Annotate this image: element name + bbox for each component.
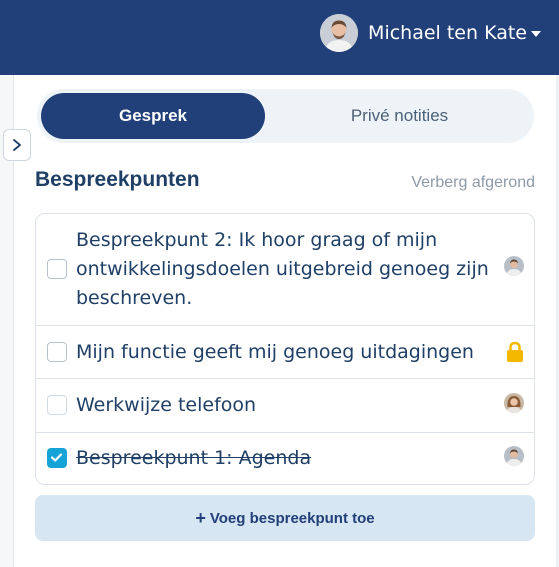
list-item[interactable]: Bespreekpunt 1: Agenda [36, 432, 534, 484]
item-checkbox[interactable] [47, 342, 67, 362]
user-menu[interactable]: Michael ten Kate [320, 14, 541, 52]
hide-completed-link[interactable]: Verberg afgerond [411, 174, 535, 192]
check-icon [50, 453, 63, 462]
item-text: Mijn functie geeft mij genoeg uitdaginge… [76, 341, 474, 363]
list-item[interactable]: Mijn functie geeft mij genoeg uitdaginge… [36, 325, 534, 378]
tab-bar: Gesprek Privé notities [37, 89, 534, 143]
add-agenda-item-button[interactable]: + Voeg bespreekpunt toe [35, 495, 535, 541]
item-text: Bespreekpunt 1: Agenda [76, 447, 312, 469]
avatar-male [504, 446, 524, 466]
top-bar: Michael ten Kate [0, 0, 559, 75]
item-text: Bespreekpunt 2: Ik hoor graag of mijn on… [76, 229, 489, 309]
user-avatar [320, 14, 359, 52]
lock-icon [506, 341, 524, 363]
item-checkbox-checked[interactable] [47, 448, 67, 468]
item-checkbox[interactable] [47, 395, 67, 415]
plus-icon: + [195, 507, 206, 528]
add-button-label: Voeg bespreekpunt toe [209, 509, 375, 527]
expand-sidebar-button[interactable] [3, 129, 31, 161]
item-checkbox[interactable] [47, 259, 67, 279]
section-title: Bespreekpunten [35, 168, 200, 191]
tab-prive-notities[interactable]: Privé notities [269, 93, 530, 139]
list-item[interactable]: Werkwijze telefoon [36, 378, 534, 432]
list-item[interactable]: Bespreekpunt 2: Ik hoor graag of mijn on… [36, 214, 534, 325]
avatar-male [504, 256, 524, 276]
caret-down-icon [531, 31, 541, 37]
agenda-list: Bespreekpunt 2: Ik hoor graag of mijn on… [35, 213, 535, 485]
avatar-female [504, 393, 524, 413]
item-text: Werkwijze telefoon [76, 394, 257, 416]
user-name: Michael ten Kate [368, 22, 527, 44]
tab-gesprek[interactable]: Gesprek [41, 93, 265, 139]
chevron-right-icon [13, 139, 21, 151]
